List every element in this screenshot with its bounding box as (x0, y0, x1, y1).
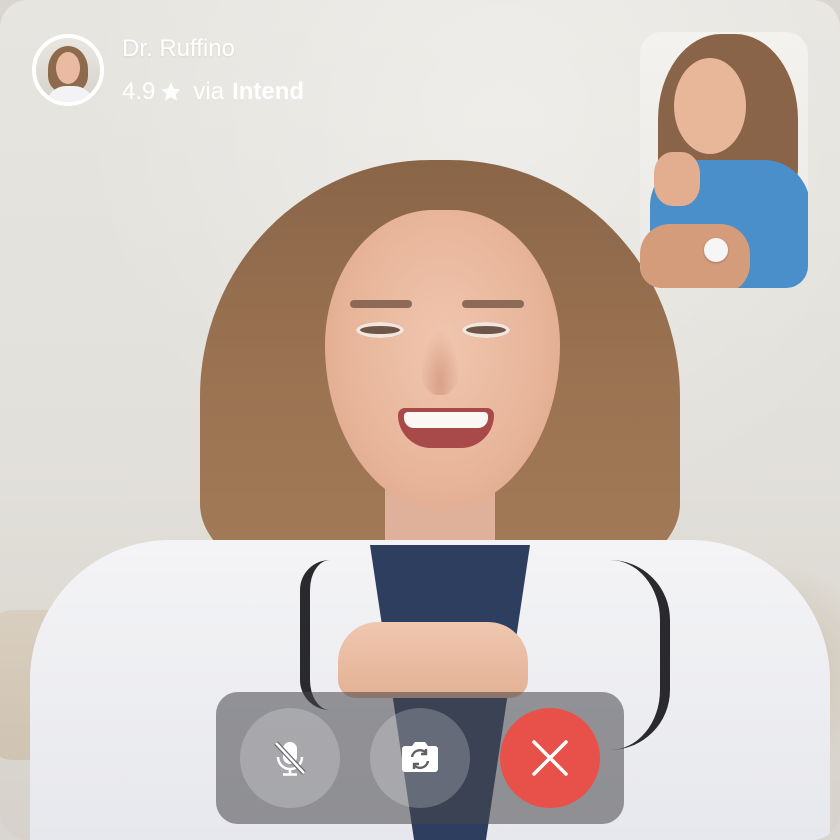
end-call-button[interactable] (500, 708, 600, 808)
doctor-smile (398, 408, 494, 448)
call-controls-bar (216, 692, 624, 824)
caller-info: Dr. Ruffino 4.9 via Intend (32, 34, 304, 106)
caller-name: Dr. Ruffino (122, 35, 235, 62)
microphone-off-icon (274, 741, 306, 776)
doctor-hands (338, 622, 528, 698)
camera-switch-icon (402, 742, 438, 772)
stethoscope (300, 560, 340, 710)
caller-via-label: via (193, 78, 225, 105)
patient-face (674, 58, 746, 154)
mute-button[interactable] (240, 708, 340, 808)
caller-avatar[interactable] (32, 34, 104, 106)
star-icon (161, 82, 181, 101)
video-call-screen: Dr. Ruffino 4.9 via Intend (0, 0, 840, 840)
caller-text: Dr. Ruffino 4.9 via Intend (122, 34, 304, 106)
self-video-preview[interactable] (640, 32, 808, 288)
caller-brand: Intend (232, 78, 305, 105)
glucose-sensor (704, 238, 728, 262)
close-icon (532, 740, 568, 776)
caller-rating: 4.9 (122, 78, 156, 105)
flip-camera-button[interactable] (370, 708, 470, 808)
caller-rating-row: 4.9 via Intend (122, 78, 304, 106)
